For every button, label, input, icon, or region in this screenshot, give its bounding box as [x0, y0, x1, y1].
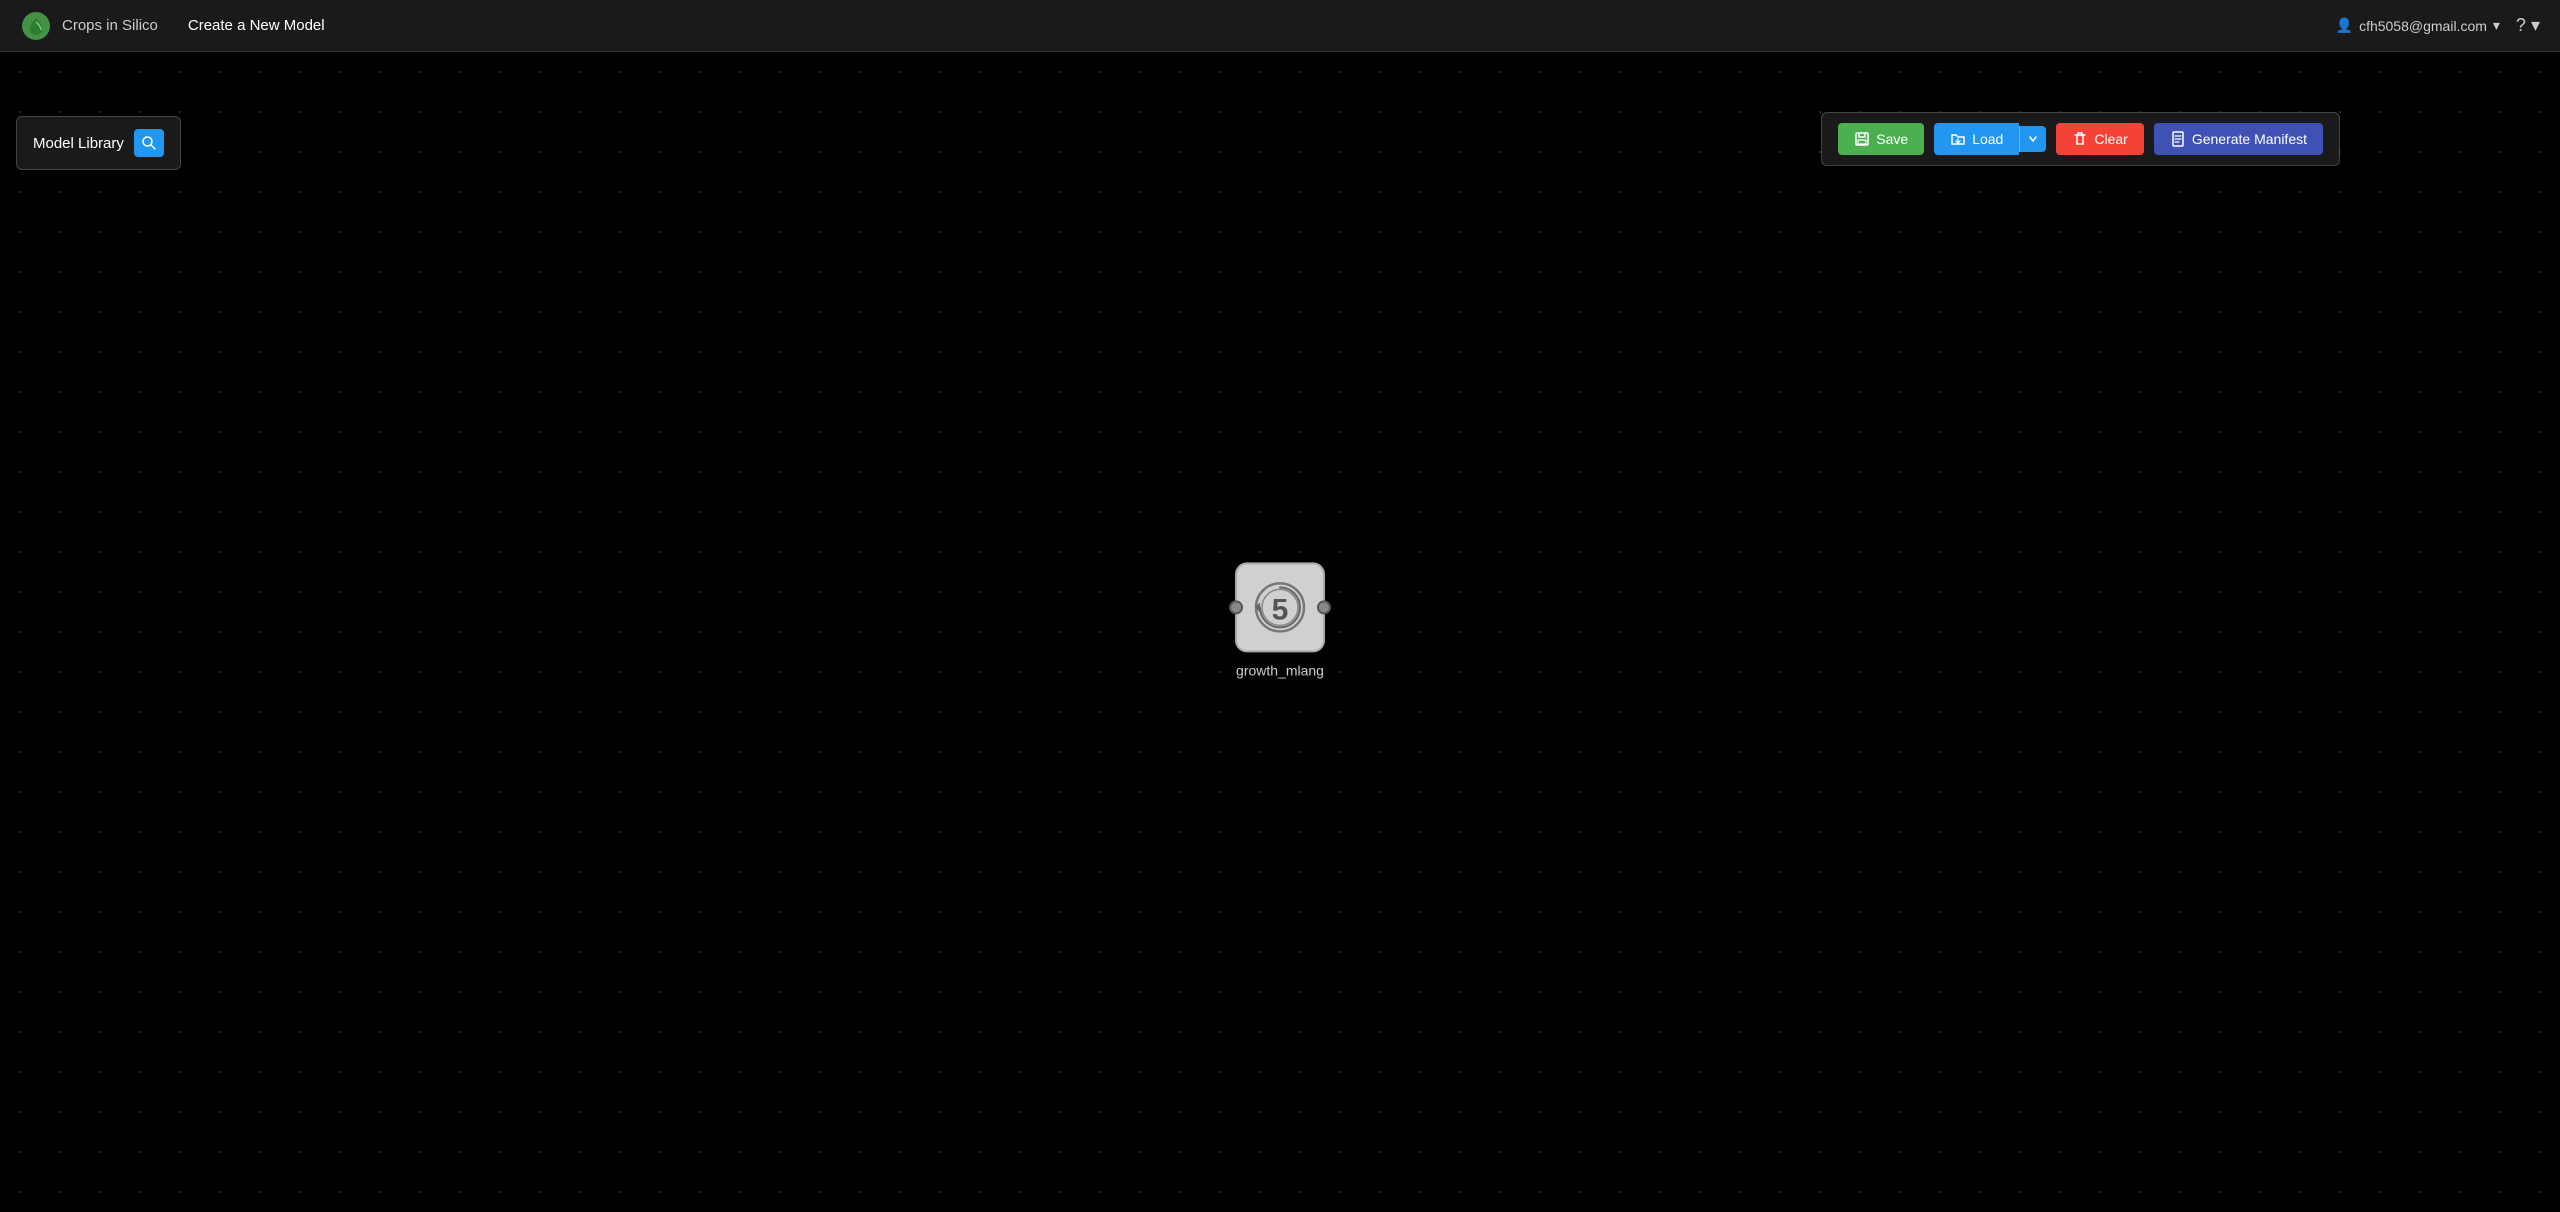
user-email: cfh5058@gmail.com — [2359, 18, 2487, 34]
canvas-area[interactable]: Model Library Save L — [0, 52, 2560, 1212]
help-icon: ? — [2516, 15, 2526, 35]
load-dropdown-icon — [2028, 134, 2038, 144]
node-connector-left — [1229, 600, 1243, 614]
clear-icon — [2072, 131, 2088, 147]
load-dropdown-button[interactable] — [2019, 126, 2046, 152]
load-button-group: Load — [1934, 123, 2046, 155]
app-name: Crops in Silico — [62, 17, 158, 34]
node-connector-right — [1317, 600, 1331, 614]
help-dropdown-icon: ▾ — [2531, 15, 2540, 35]
model-library-search-button[interactable] — [134, 129, 164, 157]
generate-icon — [2170, 131, 2186, 147]
clear-label: Clear — [2094, 131, 2127, 147]
node-box[interactable]: 5 — [1235, 562, 1325, 652]
generate-manifest-button[interactable]: Generate Manifest — [2154, 123, 2323, 155]
toolbar-panel: Save Load Clear — [1821, 112, 2340, 166]
node-icon: 5 — [1250, 577, 1310, 637]
save-button[interactable]: Save — [1838, 123, 1924, 155]
navbar: Crops in Silico Create a New Model 👤 cfh… — [0, 0, 2560, 52]
page-title: Create a New Model — [188, 17, 325, 34]
search-icon — [141, 135, 157, 151]
clear-button[interactable]: Clear — [2056, 123, 2143, 155]
nav-right: 👤 cfh5058@gmail.com ▾ ? ▾ — [2336, 15, 2540, 36]
node-label: growth_mlang — [1236, 662, 1324, 678]
load-label: Load — [1972, 131, 2003, 147]
save-icon — [1854, 131, 1870, 147]
load-button[interactable]: Load — [1934, 123, 2019, 155]
save-label: Save — [1876, 131, 1908, 147]
svg-text:5: 5 — [1272, 593, 1289, 626]
user-dropdown-icon: ▾ — [2493, 17, 2500, 34]
model-library-label: Model Library — [33, 135, 124, 152]
model-library-panel: Model Library — [16, 116, 181, 170]
user-menu[interactable]: 👤 cfh5058@gmail.com ▾ — [2336, 17, 2500, 34]
user-icon: 👤 — [2336, 17, 2353, 34]
load-icon — [1950, 131, 1966, 147]
generate-manifest-label: Generate Manifest — [2192, 131, 2307, 147]
help-button[interactable]: ? ▾ — [2516, 15, 2540, 36]
app-logo — [20, 10, 52, 42]
canvas-node[interactable]: 5 growth_mlang — [1235, 562, 1325, 678]
